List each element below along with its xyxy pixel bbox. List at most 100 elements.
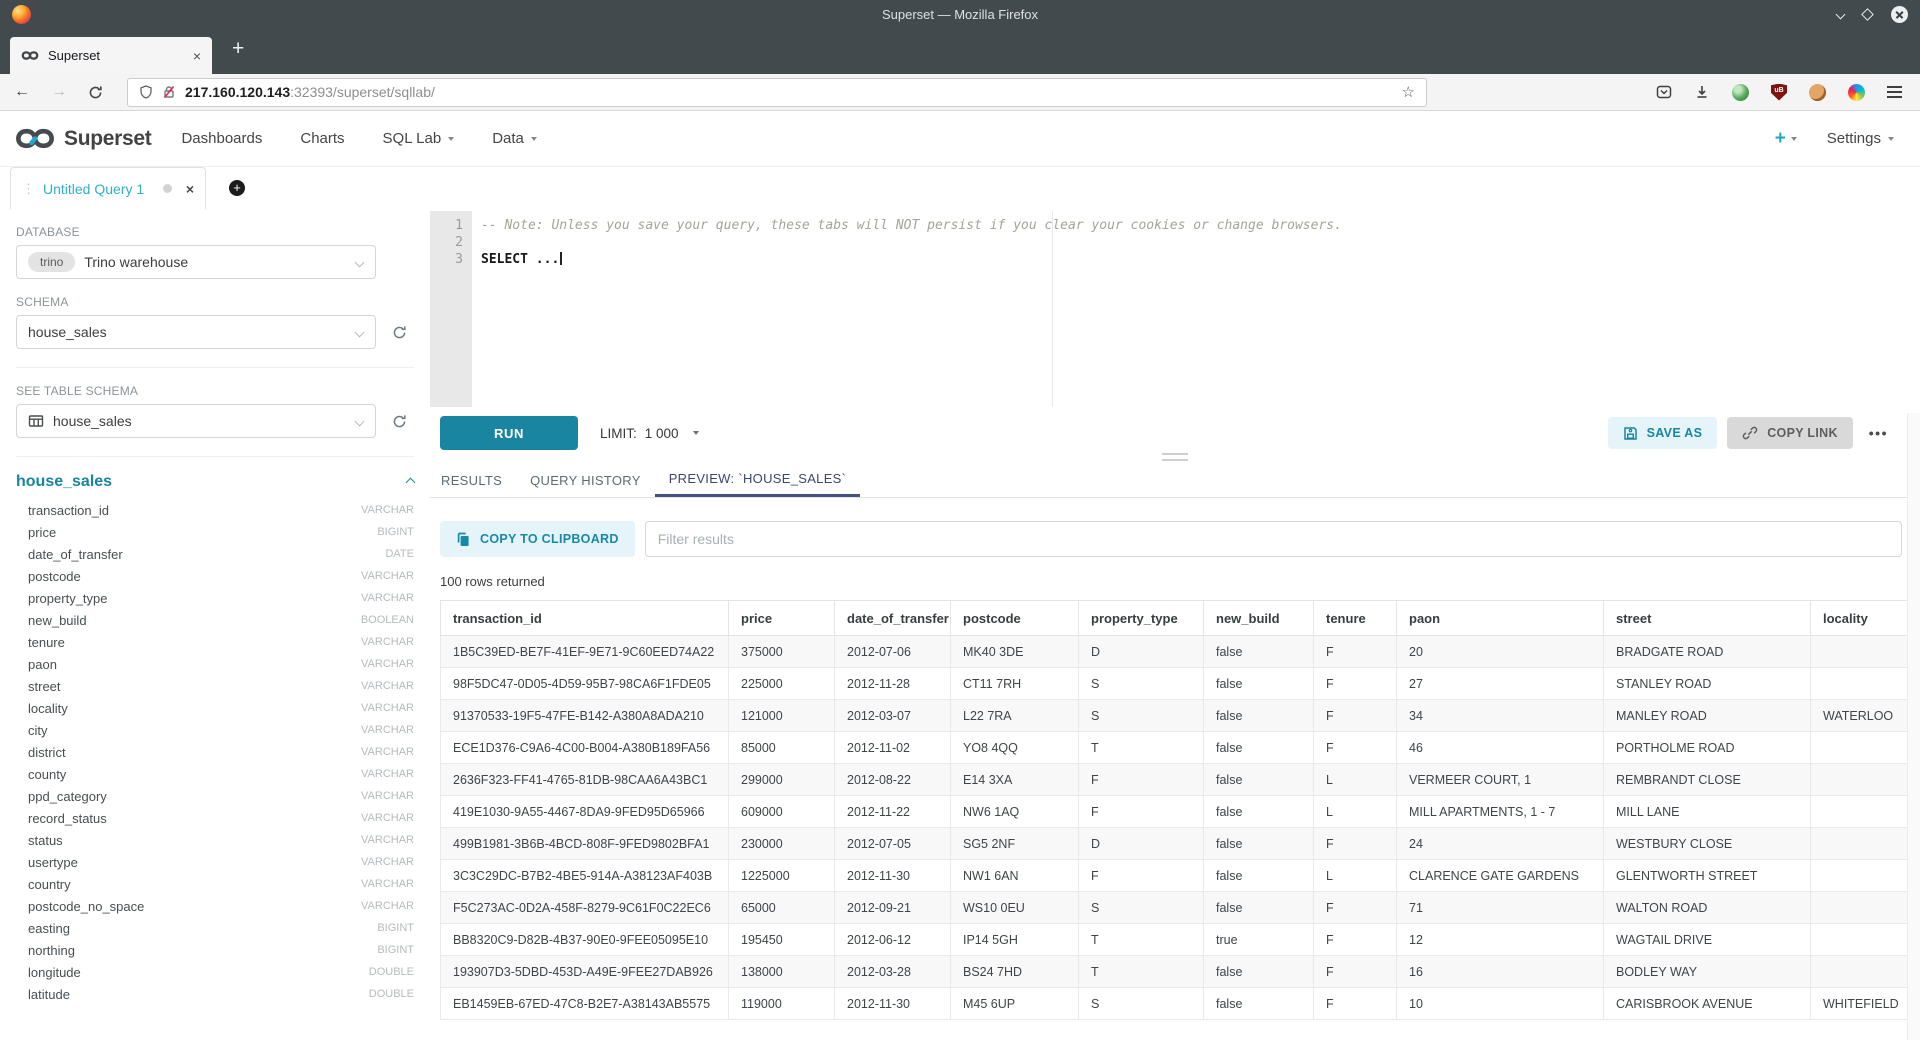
schema-column-row[interactable]: property_typeVARCHAR bbox=[0, 587, 430, 609]
pocket-icon[interactable] bbox=[1656, 84, 1672, 100]
column-header[interactable]: tenure bbox=[1314, 601, 1397, 636]
insecure-lock-icon[interactable] bbox=[162, 85, 176, 99]
column-header[interactable]: property_type bbox=[1079, 601, 1204, 636]
save-as-button[interactable]: SAVE AS bbox=[1608, 417, 1718, 449]
reload-icon[interactable] bbox=[88, 85, 103, 100]
pane-splitter[interactable] bbox=[430, 450, 1920, 463]
new-item-button[interactable]: + bbox=[1775, 128, 1797, 150]
window-close-icon[interactable] bbox=[1891, 6, 1908, 23]
results-tab-0[interactable]: RESULTS bbox=[440, 463, 516, 497]
settings-caret-icon bbox=[1888, 137, 1894, 141]
refresh-tables-icon[interactable] bbox=[392, 414, 407, 429]
cookie-extension-icon[interactable] bbox=[1809, 84, 1826, 101]
schema-column-row[interactable]: countyVARCHAR bbox=[0, 763, 430, 785]
schema-column-row[interactable]: localityVARCHAR bbox=[0, 697, 430, 719]
schema-select[interactable]: house_sales bbox=[16, 315, 376, 349]
results-scrollbar[interactable] bbox=[1907, 413, 1920, 1040]
column-header[interactable]: street bbox=[1604, 601, 1811, 636]
column-header[interactable]: date_of_transfer bbox=[835, 601, 951, 636]
nav-item-sql-lab[interactable]: SQL Lab bbox=[383, 130, 455, 147]
schema-column-row[interactable]: new_buildBOOLEAN bbox=[0, 609, 430, 631]
table-cell: F bbox=[1079, 764, 1204, 796]
table-row: EB1459EB-67ED-47C8-B2E7-A38143AB55751190… bbox=[441, 988, 1920, 1020]
schema-column-row[interactable]: ppd_categoryVARCHAR bbox=[0, 785, 430, 807]
schema-column-row[interactable]: eastingBIGINT bbox=[0, 917, 430, 939]
collapse-table-icon[interactable] bbox=[406, 477, 416, 487]
filter-results-input[interactable] bbox=[645, 521, 1902, 557]
results-tab-1[interactable]: QUERY HISTORY bbox=[516, 463, 655, 497]
chevron-down-icon bbox=[355, 328, 365, 338]
menu-hamburger-icon[interactable] bbox=[1887, 86, 1902, 98]
browser-tab-superset[interactable]: Superset × bbox=[10, 37, 212, 74]
tab-close-icon[interactable]: × bbox=[193, 48, 201, 64]
schema-column-row[interactable]: streetVARCHAR bbox=[0, 675, 430, 697]
schema-column-row[interactable]: date_of_transferDATE bbox=[0, 543, 430, 565]
table-schema-select[interactable]: house_sales bbox=[16, 404, 376, 438]
back-icon[interactable]: ← bbox=[14, 83, 30, 101]
settings-menu[interactable]: Settings bbox=[1827, 130, 1894, 147]
downloads-icon[interactable] bbox=[1694, 84, 1710, 100]
query-tab-close-icon[interactable]: × bbox=[186, 181, 194, 197]
schema-column-row[interactable]: longitudeDOUBLE bbox=[0, 961, 430, 983]
table-cell: false bbox=[1204, 700, 1314, 732]
query-tab-title: Untitled Query 1 bbox=[43, 181, 155, 197]
bookmark-star-icon[interactable]: ☆ bbox=[1402, 83, 1415, 101]
schema-column-row[interactable]: districtVARCHAR bbox=[0, 741, 430, 763]
table-name-heading[interactable]: house_sales bbox=[16, 473, 112, 491]
column-header[interactable]: postcode bbox=[951, 601, 1079, 636]
url-bar[interactable]: 217.160.120.143:32393/superset/sqllab/ ☆ bbox=[127, 78, 1427, 107]
refresh-schema-icon[interactable] bbox=[392, 325, 407, 340]
shield-icon[interactable] bbox=[139, 85, 153, 99]
limit-dropdown[interactable]: LIMIT: 1 000 bbox=[600, 426, 699, 441]
forward-icon[interactable]: → bbox=[51, 83, 67, 101]
column-header[interactable]: price bbox=[729, 601, 835, 636]
column-name: locality bbox=[28, 701, 68, 716]
drag-handle-icon[interactable]: ⋮ bbox=[22, 181, 35, 197]
schema-column-row[interactable]: priceBIGINT bbox=[0, 521, 430, 543]
schema-column-row[interactable]: paonVARCHAR bbox=[0, 653, 430, 675]
copy-link-button[interactable]: COPY LINK bbox=[1727, 417, 1853, 449]
url-text[interactable]: 217.160.120.143:32393/superset/sqllab/ bbox=[185, 84, 435, 100]
add-query-tab-icon[interactable]: + bbox=[229, 180, 245, 196]
schema-column-row[interactable]: statusVARCHAR bbox=[0, 829, 430, 851]
extension-colorful-icon[interactable] bbox=[1848, 84, 1865, 101]
schema-column-row[interactable]: usertypeVARCHAR bbox=[0, 851, 430, 873]
schema-column-row[interactable]: northingBIGINT bbox=[0, 939, 430, 961]
nav-item-data[interactable]: Data bbox=[492, 130, 537, 147]
schema-column-row[interactable]: cityVARCHAR bbox=[0, 719, 430, 741]
minimize-icon[interactable] bbox=[1836, 10, 1846, 20]
query-tab-untitled[interactable]: ⋮ Untitled Query 1 × bbox=[10, 167, 206, 209]
run-button[interactable]: RUN bbox=[440, 416, 578, 450]
copy-to-clipboard-button[interactable]: COPY TO CLIPBOARD bbox=[440, 521, 635, 557]
new-tab-icon[interactable]: + bbox=[232, 38, 244, 59]
column-header[interactable]: transaction_id bbox=[441, 601, 729, 636]
schema-column-row[interactable]: tenureVARCHAR bbox=[0, 631, 430, 653]
nav-item-charts[interactable]: Charts bbox=[300, 130, 344, 147]
sql-editor[interactable]: 123 -- Note: Unless you save your query,… bbox=[430, 211, 1920, 407]
table-cell: T bbox=[1079, 956, 1204, 988]
results-tab-2[interactable]: PREVIEW: `HOUSE_SALES` bbox=[655, 463, 861, 497]
schema-column-row[interactable]: record_statusVARCHAR bbox=[0, 807, 430, 829]
url-host: 217.160.120.143 bbox=[185, 84, 290, 100]
schema-column-row[interactable]: latitudeDOUBLE bbox=[0, 983, 430, 1005]
schema-column-row[interactable]: countryVARCHAR bbox=[0, 873, 430, 895]
nav-item-dashboards[interactable]: Dashboards bbox=[181, 130, 262, 147]
more-options-icon[interactable]: ••• bbox=[1869, 425, 1888, 441]
column-header[interactable]: new_build bbox=[1204, 601, 1314, 636]
table-cell: 1B5C39ED-BE7F-41EF-9E71-9C60EED74A22 bbox=[441, 636, 729, 668]
column-name: paon bbox=[28, 657, 57, 672]
table-cell: F bbox=[1314, 956, 1397, 988]
schema-column-row[interactable]: postcode_no_spaceVARCHAR bbox=[0, 895, 430, 917]
table-cell: 2012-09-21 bbox=[835, 892, 951, 924]
table-cell: 34 bbox=[1397, 700, 1604, 732]
maximize-icon[interactable] bbox=[1861, 8, 1874, 21]
line-number: 3 bbox=[430, 251, 463, 268]
schema-column-row[interactable]: postcodeVARCHAR bbox=[0, 565, 430, 587]
schema-column-row[interactable]: transaction_idVARCHAR bbox=[0, 499, 430, 521]
superset-brand[interactable]: Superset bbox=[14, 126, 151, 151]
database-select[interactable]: trino Trino warehouse bbox=[16, 245, 376, 279]
extension-green-icon[interactable] bbox=[1732, 84, 1749, 101]
column-header[interactable]: locality bbox=[1811, 601, 1920, 636]
column-header[interactable]: paon bbox=[1397, 601, 1604, 636]
ublock-extension-icon[interactable] bbox=[1771, 84, 1787, 101]
